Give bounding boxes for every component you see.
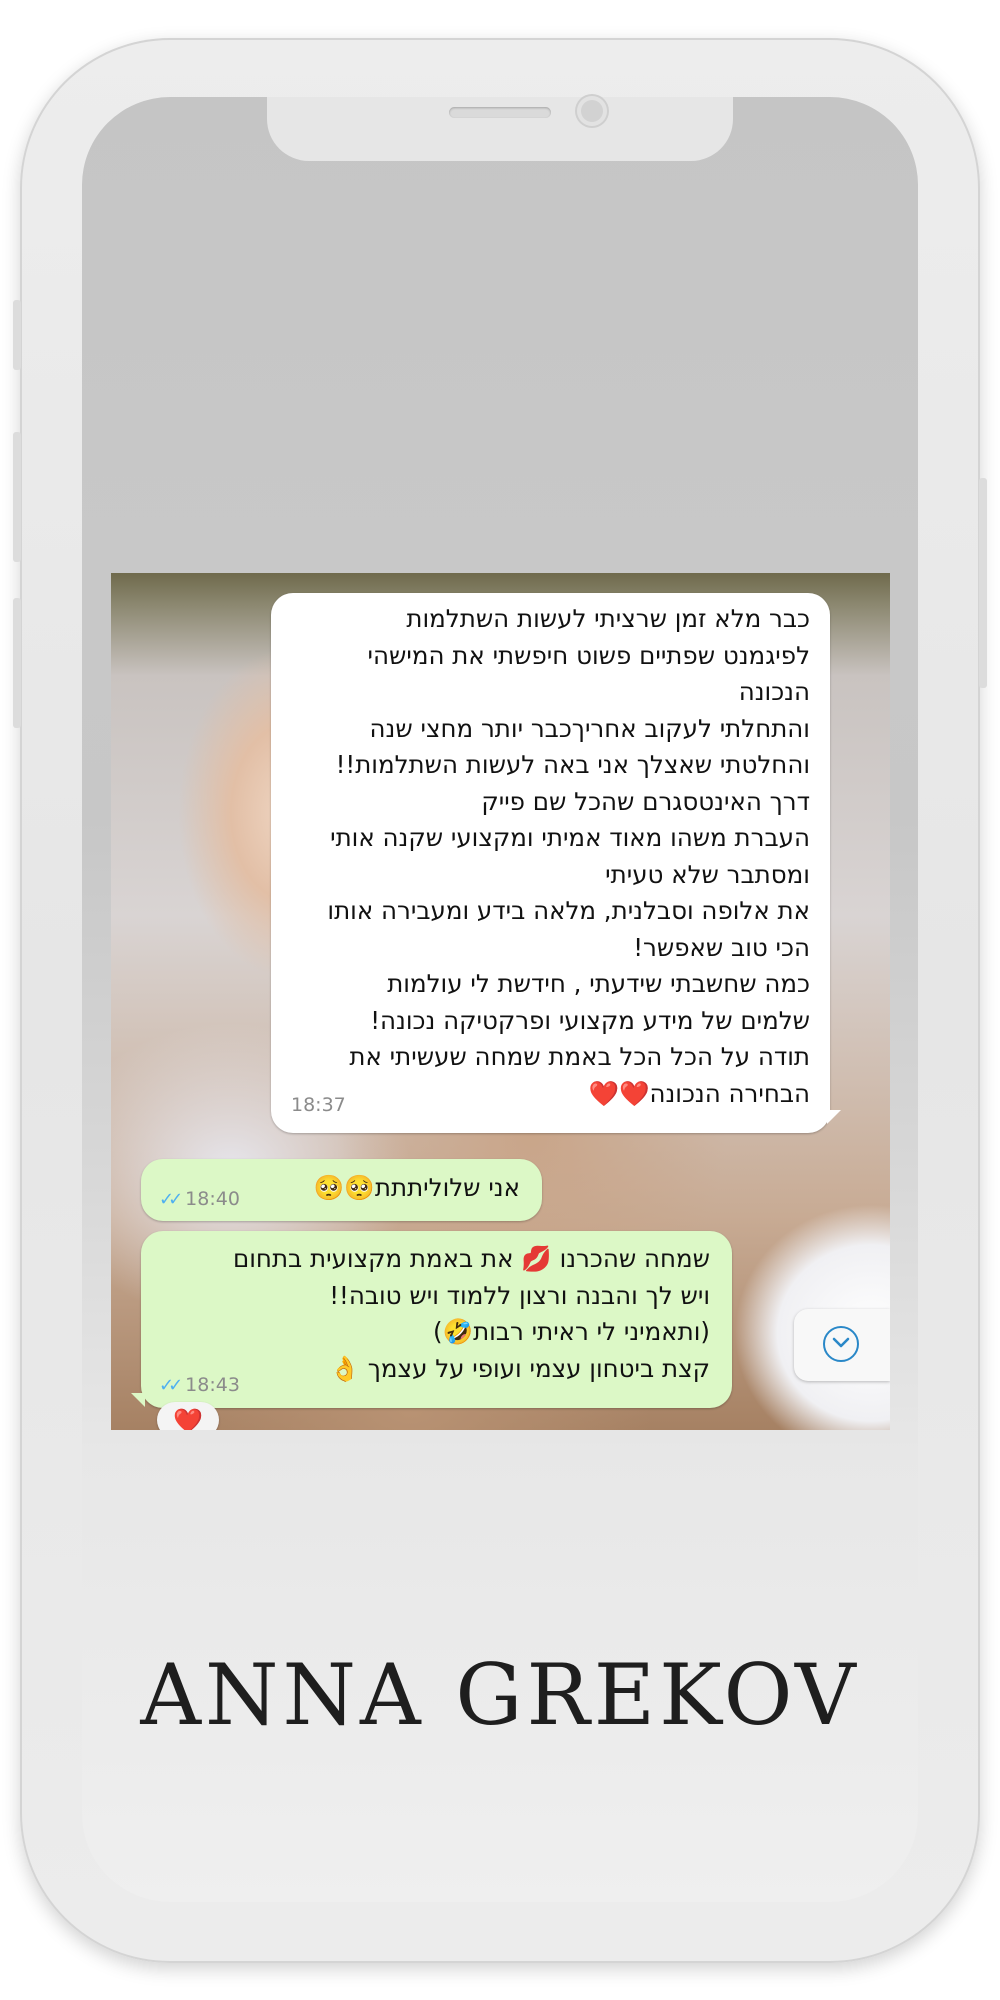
scroll-to-bottom-button[interactable] <box>794 1309 890 1381</box>
message-meta: ✓✓ 18:40 <box>159 1181 240 1219</box>
message-line: הבחירה הנכונה❤️❤️ <box>588 1078 810 1108</box>
message-line: תודה על הכל הכל באמת שמחה שעשיתי את <box>349 1042 810 1071</box>
message-line: קצת ביטחון עצמי ועופי על עצמך 👌 <box>329 1353 710 1383</box>
message-line: והחלטתי שאצלך אני באה לעשות השתלמות!! <box>335 750 810 779</box>
message-line: ויש לך והבנה ורצון ללמוד ויש טובה!! <box>329 1280 710 1310</box>
message-line: הכי טוב שאפשר! <box>633 932 810 962</box>
message-meta: ✓✓ 18:43 <box>159 1367 240 1405</box>
outgoing-message[interactable]: אני שלוליתתת🥺🥺 ✓✓ 18:40 <box>141 1159 542 1221</box>
speaker-grille <box>449 107 551 118</box>
chevron-down-glyph <box>832 1337 850 1348</box>
message-line: העברת משהו מאוד אמיתי ומקצועי שקנה אותי <box>330 823 810 852</box>
message-text: שמחה שהכרנו 💋 את באמת מקצועית בתחום ויש … <box>233 1241 710 1387</box>
heart-reaction-icon[interactable]: ❤️ <box>157 1402 219 1430</box>
message-line: ומסתבר שלא טעיתי <box>605 859 810 889</box>
message-line: כבר מלא זמן שרציתי לעשות השתלמות <box>406 604 810 633</box>
message-line: את אלופה וסבלנית, מלאה בידע ומעבירה אותו <box>327 896 810 925</box>
message-line: (ותאמיני לי ראיתי רבות🤣) <box>433 1317 710 1346</box>
message-line: שלמים של מידע מקצועי ופרקטיקה נכונה! <box>370 1005 810 1035</box>
read-ticks-icon: ✓✓ <box>159 1375 183 1396</box>
outgoing-message[interactable]: שמחה שהכרנו 💋 את באמת מקצועית בתחום ויש … <box>141 1231 732 1408</box>
silent-switch <box>13 300 21 370</box>
message-line: שמחה שהכרנו 💋 את באמת מקצועית בתחום <box>233 1244 710 1273</box>
incoming-bubble-tail <box>827 1110 841 1124</box>
message-time: 18:37 <box>291 1093 346 1116</box>
outgoing-bubble-tail <box>131 1393 145 1407</box>
message-line: דרך האינטסגרם שהכל שם פייק <box>481 786 810 816</box>
message-time: 18:40 <box>185 1188 240 1210</box>
message-time: 18:43 <box>185 1374 240 1396</box>
read-ticks-icon: ✓✓ <box>159 1189 183 1210</box>
volume-up-button <box>13 432 21 562</box>
volume-down-button <box>13 598 21 728</box>
chat-screenshot: כבר מלא זמן שרציתי לעשות השתלמות לפיגמנט… <box>111 573 890 1430</box>
brand-name: ANNA GREKOV <box>140 1646 860 1744</box>
message-line: הנכונה <box>738 677 810 706</box>
incoming-message[interactable]: כבר מלא זמן שרציתי לעשות השתלמות לפיגמנט… <box>271 593 830 1133</box>
message-text: אני שלוליתתת🥺🥺 <box>313 1173 520 1202</box>
message-line: לפיגמנט שפתיים פשוט חיפשתי את המישהי <box>367 640 810 670</box>
power-button <box>979 478 987 688</box>
message-line: והתחלתי לעקוב אחריךכבר יותר מחצי שנה <box>369 713 810 743</box>
message-line: כמה שחשבתי שידעתי , חידשת לי עולמות <box>387 969 810 998</box>
front-camera <box>577 96 607 126</box>
